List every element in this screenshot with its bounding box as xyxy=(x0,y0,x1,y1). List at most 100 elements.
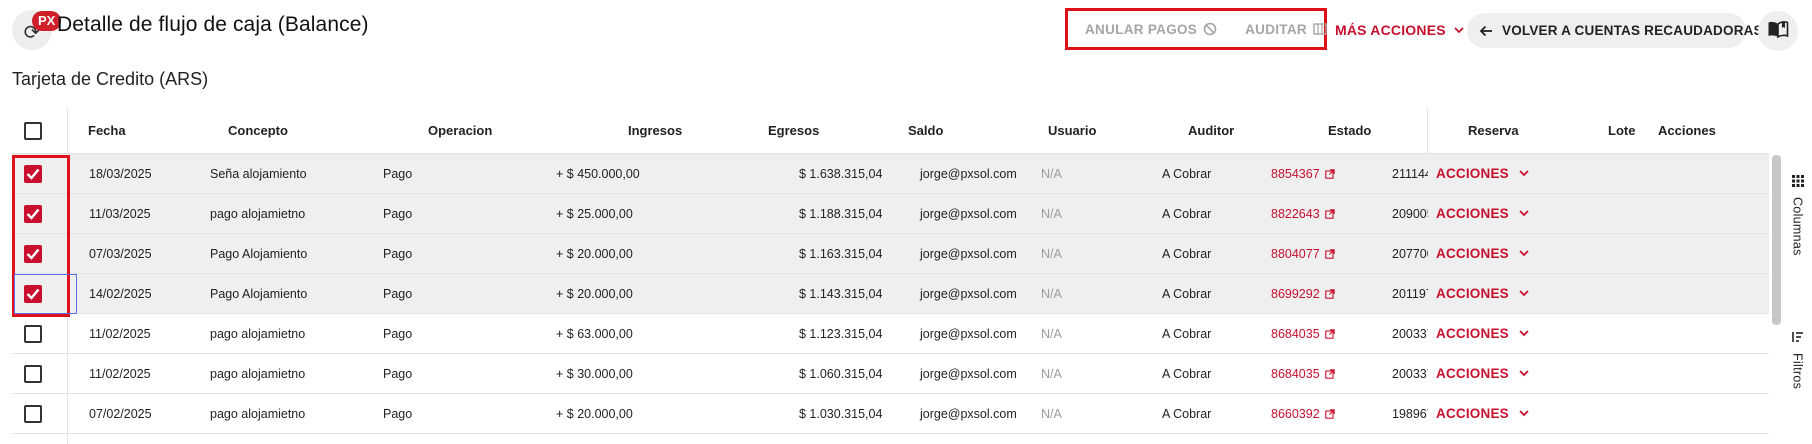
row-checkbox[interactable] xyxy=(24,325,42,343)
cell-ingresos: + $ 20.000,00 xyxy=(556,287,633,301)
table-row[interactable]: 07/03/2025 Pago Alojamiento Pago + $ 20.000… xyxy=(12,234,1769,274)
cell-lote: 198967 xyxy=(1392,407,1428,421)
cell-ingresos: + $ 450.000,00 xyxy=(556,167,640,181)
cell-operacion: Pago xyxy=(383,167,413,181)
cell-saldo: $ 1.143.315,04 xyxy=(799,287,883,301)
cell-lote: 209005 xyxy=(1392,207,1428,221)
cell-ingresos: + $ 30.000,00 xyxy=(556,367,633,381)
table-row[interactable]: 18/03/2025 Seña alojamiento Pago + $ 450.00… xyxy=(12,154,1769,194)
cell-operacion: Pago xyxy=(383,327,413,341)
cell-saldo: $ 1.638.315,04 xyxy=(799,167,883,181)
auditar-button[interactable]: AUDITAR xyxy=(1245,22,1327,37)
reserva-number: 8684035 xyxy=(1271,327,1320,341)
cell-concepto: pago alojamietno xyxy=(210,207,306,221)
page-title: Detalle de flujo de caja (Balance) xyxy=(57,13,369,36)
chevron-down-icon xyxy=(1519,290,1529,297)
cash-flow-table: Fecha Concepto Operacion Ingresos Egreso… xyxy=(12,108,1769,444)
cell-fecha: 11/02/2025 xyxy=(89,367,151,381)
table-row[interactable]: 07/02/2025 pago alojamietno Pago + $ 20.000… xyxy=(12,394,1769,434)
cell-auditor: N/A xyxy=(1041,167,1062,181)
chevron-down-icon xyxy=(1519,370,1529,377)
header-auditor[interactable]: Auditor xyxy=(1188,123,1234,138)
cell-auditor: N/A xyxy=(1041,407,1062,421)
cell-lote-clip: 211144 xyxy=(1380,154,1428,194)
header-reserva[interactable]: Reserva xyxy=(1468,123,1519,138)
help-book-button[interactable] xyxy=(1758,11,1798,51)
app-logo[interactable]: ⟳ PX xyxy=(12,10,62,50)
columnas-tab[interactable]: Columnas xyxy=(1783,174,1812,256)
table-row[interactable]: 11/02/2025 pago alojamietno Pago + $ 30.000… xyxy=(12,354,1769,394)
header-operacion[interactable]: Operacion xyxy=(428,123,492,138)
chevron-down-icon xyxy=(1519,330,1529,337)
vertical-scrollbar[interactable] xyxy=(1772,155,1781,325)
row-checkbox[interactable] xyxy=(24,405,42,423)
volver-cuentas-button[interactable]: VOLVER A CUENTAS RECAUDADORAS xyxy=(1467,13,1763,48)
header-ingresos[interactable]: Ingresos xyxy=(628,123,682,138)
cell-saldo: $ 1.123.315,04 xyxy=(799,327,883,341)
mas-acciones-button[interactable]: MÁS ACCIONES xyxy=(1335,22,1464,38)
filter-icon xyxy=(1791,330,1804,348)
row-acciones-button[interactable]: ACCIONES xyxy=(1436,326,1529,341)
cell-fecha: 07/02/2025 xyxy=(89,407,152,421)
table-row[interactable]: 11/03/2025 pago alojamietno Pago + $ 25.000… xyxy=(12,194,1769,234)
cell-operacion: Pago xyxy=(383,407,413,421)
cell-ingresos: + $ 20.000,00 xyxy=(556,247,633,261)
cell-reserva-link[interactable]: 8699292 xyxy=(1271,287,1335,301)
header-usuario[interactable]: Usuario xyxy=(1048,123,1096,138)
columns-icon xyxy=(1313,23,1327,35)
cell-saldo: $ 1.188.315,04 xyxy=(799,207,883,221)
table-row[interactable]: 14/02/2025 Pago Alojamiento Pago + $ 20.000… xyxy=(12,274,1769,314)
cell-fecha: 11/02/2025 xyxy=(89,327,151,341)
mas-acciones-label: MÁS ACCIONES xyxy=(1335,22,1446,38)
cell-reserva-link[interactable]: 8854367 xyxy=(1271,167,1335,181)
row-acciones-button[interactable]: ACCIONES xyxy=(1436,206,1529,221)
row-acciones-button[interactable]: ACCIONES xyxy=(1436,366,1529,381)
header-estado[interactable]: Estado xyxy=(1328,123,1371,138)
header-concepto[interactable]: Concepto xyxy=(228,123,288,138)
side-panel: Columnas Filtros xyxy=(1783,170,1812,444)
header-acciones: Acciones xyxy=(1658,123,1716,138)
row-acciones-button[interactable]: ACCIONES xyxy=(1436,246,1529,261)
account-subtitle: Tarjeta de Credito (ARS) xyxy=(12,69,209,89)
cell-auditor: N/A xyxy=(1041,247,1062,261)
header-saldo[interactable]: Saldo xyxy=(908,123,943,138)
cell-ingresos: + $ 63.000,00 xyxy=(556,327,633,341)
ban-icon xyxy=(1203,22,1217,36)
anular-pagos-button[interactable]: ANULAR PAGOS xyxy=(1085,22,1217,37)
cell-reserva-link[interactable]: 8804077 xyxy=(1271,247,1335,261)
row-acciones-button[interactable]: ACCIONES xyxy=(1436,406,1529,421)
select-all-checkbox[interactable] xyxy=(24,122,42,140)
cell-reserva-link[interactable]: 8660392 xyxy=(1271,407,1335,421)
external-link-icon xyxy=(1324,329,1335,339)
cell-reserva-link[interactable]: 8684035 xyxy=(1271,327,1335,341)
row-checkbox[interactable] xyxy=(24,365,42,383)
header-lote[interactable]: Lote xyxy=(1608,123,1635,138)
row-acciones-button[interactable]: ACCIONES xyxy=(1436,166,1529,181)
external-link-icon xyxy=(1324,369,1335,379)
cell-auditor: N/A xyxy=(1041,287,1062,301)
header-egresos[interactable]: Egresos xyxy=(768,123,819,138)
header-fecha[interactable]: Fecha xyxy=(88,123,126,138)
cell-lote: 200337 xyxy=(1392,327,1428,341)
cell-concepto: Seña alojamiento xyxy=(210,167,307,181)
cell-lote: 211144 xyxy=(1392,167,1428,181)
cell-reserva-link[interactable]: 8684035 xyxy=(1271,367,1335,381)
cell-operacion: Pago xyxy=(383,247,413,261)
table-row[interactable]: 11/02/2025 pago alojamietno Pago + $ 63.000… xyxy=(12,314,1769,354)
cell-lote-clip: 198967 xyxy=(1380,394,1428,434)
cell-operacion: Pago xyxy=(383,367,413,381)
row-acciones-button[interactable]: ACCIONES xyxy=(1436,286,1529,301)
volver-label: VOLVER A CUENTAS RECAUDADORAS xyxy=(1502,23,1763,38)
reserva-number: 8854367 xyxy=(1271,167,1320,181)
focused-cell-outline xyxy=(14,274,77,314)
filtros-tab[interactable]: Filtros xyxy=(1783,330,1812,389)
cell-concepto: Pago Alojamiento xyxy=(210,247,308,261)
cell-reserva-link[interactable]: 8822643 xyxy=(1271,207,1335,221)
cell-auditor: N/A xyxy=(1041,207,1062,221)
cell-concepto: pago alojamietno xyxy=(210,407,306,421)
cell-concepto: pago alojamietno xyxy=(210,327,306,341)
acciones-label: ACCIONES xyxy=(1436,286,1509,301)
chevron-down-icon xyxy=(1519,170,1529,177)
cell-operacion: Pago xyxy=(383,207,413,221)
cell-ingresos: + $ 25.000,00 xyxy=(556,207,633,221)
